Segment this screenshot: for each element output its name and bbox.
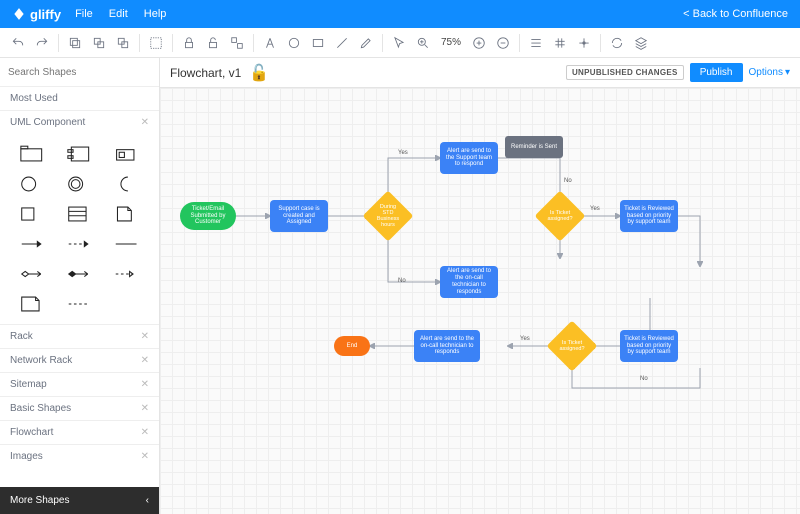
close-icon[interactable]: ✕ xyxy=(141,403,149,414)
chevron-down-icon: ▾ xyxy=(785,67,790,78)
back-icon[interactable] xyxy=(113,33,133,53)
node-reminder[interactable]: Reminder is Sent xyxy=(505,136,563,158)
copy-icon[interactable] xyxy=(65,33,85,53)
layers-icon[interactable] xyxy=(631,33,651,53)
front-icon[interactable] xyxy=(89,33,109,53)
node-decision-assigned-1[interactable]: Is Ticket assigned? xyxy=(542,198,578,234)
edge-label-no: No xyxy=(564,178,572,184)
undo-icon[interactable] xyxy=(8,33,28,53)
circle-icon[interactable] xyxy=(284,33,304,53)
text-icon[interactable] xyxy=(260,33,280,53)
pen-icon[interactable] xyxy=(356,33,376,53)
shape-ring-icon[interactable] xyxy=(59,172,100,196)
shape-page-icon[interactable] xyxy=(106,202,147,226)
zoom-level-label: 75% xyxy=(437,37,465,48)
shape-note-icon[interactable] xyxy=(12,292,53,316)
shape-palette xyxy=(0,134,159,324)
edge-label-yes: Yes xyxy=(590,206,600,212)
search-input[interactable] xyxy=(8,63,151,82)
node-review-1[interactable]: Ticket is Reviewed based on priority by … xyxy=(620,200,678,232)
edge-label-yes: Yes xyxy=(520,336,530,342)
align-icon[interactable] xyxy=(526,33,546,53)
node-alert-support[interactable]: Alert are send to the Support team to re… xyxy=(440,142,498,174)
close-icon[interactable]: ✕ xyxy=(141,331,149,342)
shape-dashed-open-arrow-icon[interactable] xyxy=(106,262,147,286)
zoom-minus-icon[interactable] xyxy=(493,33,513,53)
node-alert-oncall-2[interactable]: Alert are send to the on-call technician… xyxy=(414,330,480,362)
menu-file[interactable]: File xyxy=(75,8,93,20)
lock-status-icon: 🔓 xyxy=(249,63,269,83)
node-start[interactable]: Ticket/Email Submitted by Customer xyxy=(180,202,236,230)
shape-circle-icon[interactable] xyxy=(12,172,53,196)
canvas[interactable]: Ticket/Email Submitted by Customer Suppo… xyxy=(160,88,800,514)
ungroup-icon[interactable] xyxy=(227,33,247,53)
more-shapes-button[interactable]: More Shapes ‹ xyxy=(0,487,159,514)
shape-component-icon[interactable] xyxy=(59,142,100,166)
node-end[interactable]: End xyxy=(334,336,370,356)
toolbar: 75% xyxy=(0,28,800,58)
shape-arc-icon[interactable] xyxy=(106,172,147,196)
shape-square-icon[interactable] xyxy=(12,202,53,226)
close-icon[interactable]: ✕ xyxy=(141,355,149,366)
back-to-confluence-link[interactable]: < Back to Confluence xyxy=(683,8,788,20)
node-decision-assigned-2[interactable]: Is Ticket assigned? xyxy=(554,328,590,364)
section-rack[interactable]: Rack✕ xyxy=(0,324,159,348)
sidebar: Most Used UML Component✕ Rack✕ Network R… xyxy=(0,58,160,514)
brand-logo: gliffy xyxy=(12,7,61,22)
node-decision-hours[interactable]: During STD Business hours xyxy=(370,198,406,234)
close-icon[interactable]: ✕ xyxy=(141,451,149,462)
top-navbar: gliffy File Edit Help < Back to Confluen… xyxy=(0,0,800,28)
shape-arrow-dashed-icon[interactable] xyxy=(59,232,100,256)
close-icon[interactable]: ✕ xyxy=(141,427,149,438)
edge-label-no: No xyxy=(640,376,648,382)
shape-arrow-solid-icon[interactable] xyxy=(12,232,53,256)
menu-edit[interactable]: Edit xyxy=(109,8,128,20)
unpublished-badge: UNPUBLISHED CHANGES xyxy=(566,65,684,80)
section-basic-shapes[interactable]: Basic Shapes✕ xyxy=(0,396,159,420)
section-images[interactable]: Images✕ xyxy=(0,444,159,468)
section-flowchart[interactable]: Flowchart✕ xyxy=(0,420,159,444)
menu-bar: File Edit Help xyxy=(75,8,683,20)
section-uml-component[interactable]: UML Component✕ xyxy=(0,110,159,134)
grid-icon[interactable] xyxy=(550,33,570,53)
refresh-icon[interactable] xyxy=(607,33,627,53)
shape-open-diamond-arrow-icon[interactable] xyxy=(12,262,53,286)
shape-filled-diamond-arrow-icon[interactable] xyxy=(59,262,100,286)
line-icon[interactable] xyxy=(332,33,352,53)
rect-icon[interactable] xyxy=(308,33,328,53)
node-alert-oncall[interactable]: Alert are send to the on-call technician… xyxy=(440,266,498,298)
publish-button[interactable]: Publish xyxy=(690,63,743,82)
section-most-used[interactable]: Most Used xyxy=(0,86,159,110)
section-sitemap[interactable]: Sitemap✕ xyxy=(0,372,159,396)
shape-dashed-line-icon[interactable] xyxy=(59,292,100,316)
shape-list-icon[interactable] xyxy=(59,202,100,226)
shape-node-icon[interactable] xyxy=(106,142,147,166)
edge-label-no: No xyxy=(398,278,406,284)
snap-icon[interactable] xyxy=(574,33,594,53)
unlock-icon[interactable] xyxy=(203,33,223,53)
shape-line-icon[interactable] xyxy=(106,232,147,256)
section-network-rack[interactable]: Network Rack✕ xyxy=(0,348,159,372)
pointer-icon[interactable] xyxy=(389,33,409,53)
zoom-in-icon[interactable] xyxy=(413,33,433,53)
doc-title[interactable]: Flowchart, v1 xyxy=(170,66,241,80)
redo-icon[interactable] xyxy=(32,33,52,53)
options-dropdown[interactable]: Options▾ xyxy=(749,67,791,78)
edge-label-yes: Yes xyxy=(398,150,408,156)
group-icon[interactable] xyxy=(146,33,166,53)
shape-folder-icon[interactable] xyxy=(12,142,53,166)
menu-help[interactable]: Help xyxy=(144,8,167,20)
close-icon[interactable]: ✕ xyxy=(141,117,149,128)
lock-icon[interactable] xyxy=(179,33,199,53)
zoom-plus-icon[interactable] xyxy=(469,33,489,53)
node-review-2[interactable]: Ticket is Reviewed based on priority by … xyxy=(620,330,678,362)
node-support-case[interactable]: Support case is created and Assigned xyxy=(270,200,328,232)
doc-header: Flowchart, v1 🔓 UNPUBLISHED CHANGES Publ… xyxy=(160,58,800,88)
chevron-left-icon: ‹ xyxy=(146,495,149,506)
close-icon[interactable]: ✕ xyxy=(141,379,149,390)
